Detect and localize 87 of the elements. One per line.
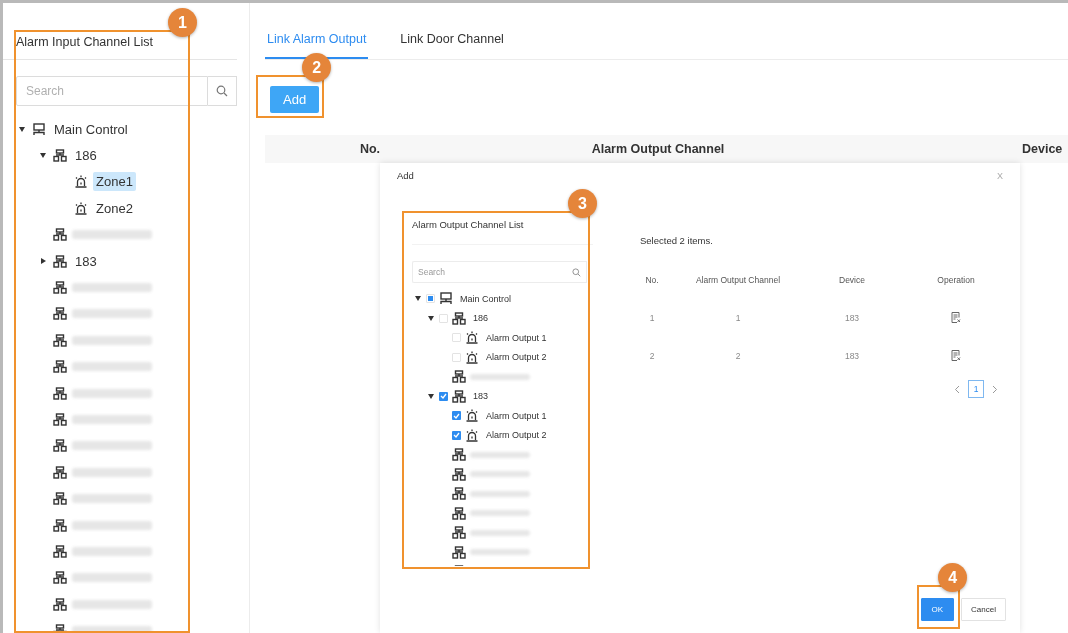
hierarchy-icon bbox=[452, 506, 466, 520]
table-cell-text: 183 bbox=[843, 350, 861, 363]
tree-item[interactable]: Alarm Output 1 bbox=[483, 408, 550, 423]
delete-icon[interactable] bbox=[951, 350, 961, 361]
search-button[interactable] bbox=[208, 76, 237, 106]
blurred-label bbox=[470, 490, 530, 497]
hierarchy-icon bbox=[53, 413, 67, 426]
column-header: No. bbox=[358, 142, 382, 156]
siren-icon bbox=[465, 350, 479, 364]
column-header: Device bbox=[1021, 142, 1064, 156]
hierarchy-icon bbox=[53, 465, 67, 479]
tree-item[interactable]: Main Control bbox=[51, 119, 131, 139]
step-marker: 2 bbox=[302, 53, 332, 82]
hierarchy-icon bbox=[53, 254, 67, 268]
tree-item[interactable]: Zone1 bbox=[93, 172, 136, 192]
search-icon bbox=[216, 85, 228, 97]
search-field[interactable]: Search bbox=[16, 76, 208, 106]
hierarchy-icon bbox=[53, 149, 67, 163]
table-cell-text: 183 bbox=[843, 312, 861, 325]
column-header: Device bbox=[838, 274, 866, 287]
blurred-label bbox=[470, 451, 530, 458]
hierarchy-icon bbox=[53, 439, 67, 453]
page-button[interactable]: 1 bbox=[968, 380, 984, 398]
checkbox[interactable] bbox=[452, 333, 461, 343]
column-header: No. bbox=[644, 274, 660, 287]
tree-item[interactable]: 186 bbox=[470, 311, 492, 326]
hierarchy-icon bbox=[53, 492, 67, 506]
hierarchy-icon bbox=[53, 281, 67, 295]
table-cell-text: 1 bbox=[734, 312, 742, 325]
siren-icon bbox=[465, 409, 479, 423]
column-header: Alarm Output Channel bbox=[694, 274, 782, 287]
checkbox[interactable] bbox=[452, 352, 461, 362]
table-cell-text: 2 bbox=[648, 350, 656, 363]
hierarchy-icon bbox=[53, 544, 67, 558]
hierarchy-icon bbox=[53, 571, 67, 585]
hierarchy-icon bbox=[452, 448, 466, 462]
hierarchy-icon bbox=[452, 526, 466, 540]
tree-item[interactable]: Alarm Output 2 bbox=[483, 428, 550, 443]
cancel-button[interactable]: Cancel bbox=[961, 598, 1006, 621]
hierarchy-icon bbox=[53, 386, 67, 400]
hierarchy-icon bbox=[53, 333, 67, 347]
siren-icon bbox=[74, 175, 88, 189]
hierarchy-icon bbox=[53, 307, 67, 321]
network-icon bbox=[439, 292, 453, 306]
step-marker: 1 bbox=[168, 8, 197, 37]
network-icon bbox=[32, 122, 46, 136]
table-cell-text: 2 bbox=[734, 350, 742, 363]
column-header: Operation bbox=[936, 274, 976, 287]
checkbox[interactable] bbox=[439, 391, 448, 401]
hierarchy-icon bbox=[53, 360, 67, 374]
blurred-label bbox=[470, 510, 530, 517]
tree-item[interactable]: 183 bbox=[470, 389, 492, 404]
blurred-label bbox=[470, 529, 530, 536]
hierarchy-icon bbox=[452, 487, 466, 501]
tree-item[interactable]: Alarm Output 2 bbox=[483, 350, 550, 365]
hierarchy-icon bbox=[452, 311, 466, 325]
tree-item[interactable]: Zone2 bbox=[93, 198, 136, 218]
hierarchy-icon bbox=[452, 545, 466, 559]
next-page-icon[interactable] bbox=[992, 384, 998, 394]
siren-icon bbox=[465, 428, 479, 442]
tree-item[interactable]: 186 bbox=[72, 146, 100, 166]
checkbox[interactable] bbox=[426, 294, 435, 304]
tab[interactable]: Link Door Channel bbox=[398, 32, 506, 59]
checkbox[interactable] bbox=[452, 430, 461, 440]
siren-icon bbox=[465, 331, 479, 345]
hierarchy-icon bbox=[53, 518, 67, 532]
hierarchy-icon bbox=[452, 467, 466, 481]
table-cell-text: 1 bbox=[648, 312, 656, 325]
siren-icon bbox=[74, 201, 88, 215]
blurred-label bbox=[470, 373, 530, 380]
dialog-title: Add bbox=[397, 170, 414, 181]
tree-item[interactable]: Alarm Output 1 bbox=[483, 330, 550, 345]
hierarchy-icon bbox=[452, 389, 466, 403]
delete-icon[interactable] bbox=[951, 312, 961, 323]
hierarchy-icon bbox=[53, 597, 67, 611]
previous-page-icon[interactable] bbox=[954, 384, 960, 394]
hierarchy-icon bbox=[452, 370, 466, 384]
tree-item[interactable]: 183 bbox=[72, 251, 100, 271]
selection-summary: Selected 2 items. bbox=[639, 234, 714, 246]
blurred-label bbox=[470, 549, 530, 556]
hierarchy-icon bbox=[53, 228, 67, 242]
checkbox[interactable] bbox=[439, 313, 448, 323]
checkbox[interactable] bbox=[452, 411, 461, 421]
tree-item[interactable]: Main Control bbox=[457, 291, 515, 306]
column-header: Alarm Output Channel bbox=[590, 142, 726, 156]
blurred-label bbox=[470, 471, 530, 478]
panel-title: Alarm Output Channel List bbox=[412, 219, 593, 245]
